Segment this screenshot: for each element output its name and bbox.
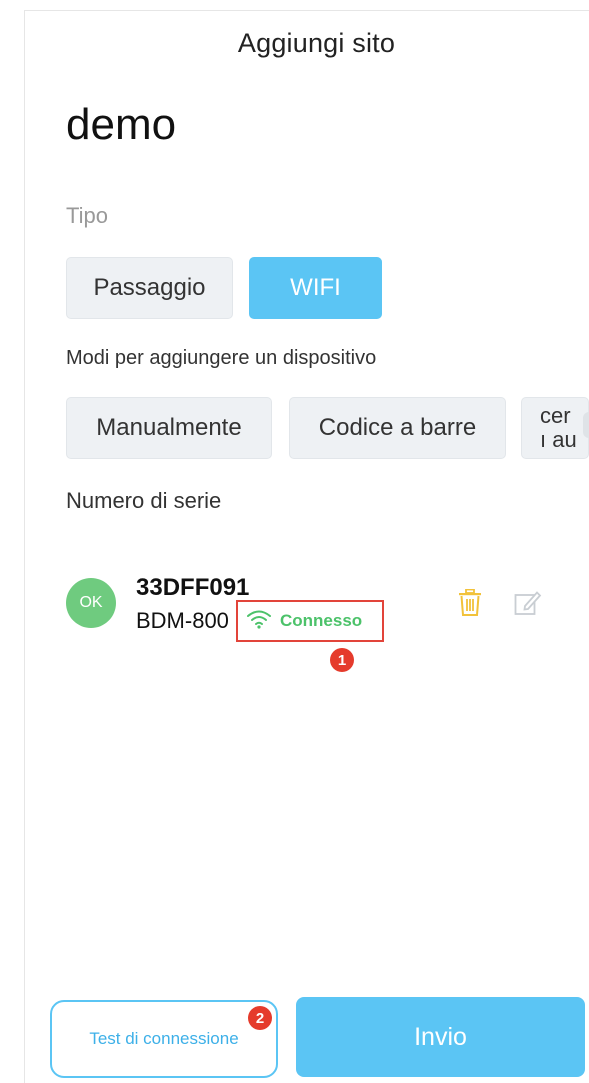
add-methods-label: Modi per aggiungere un dispositivo xyxy=(66,347,377,369)
annotation-marker-2: 2 xyxy=(248,1006,272,1030)
frame-border-top xyxy=(24,10,589,11)
type-option-wifi[interactable]: WIFI xyxy=(249,257,382,319)
site-name: demo xyxy=(66,100,177,149)
device-status-badge: OK xyxy=(66,578,116,628)
frame-border-left xyxy=(24,10,25,1083)
connection-status-highlight: Connesso xyxy=(236,600,384,642)
add-method-manual[interactable]: Manualmente xyxy=(66,397,272,459)
page-title: Aggiungi sito xyxy=(237,28,396,58)
add-method-partial[interactable]: cer ı au xyxy=(521,397,589,459)
serial-number-label: Numero di serie xyxy=(66,488,222,513)
wifi-icon xyxy=(246,609,272,634)
device-model: BDM-800 xyxy=(136,608,229,633)
test-connection-label: Test di connessione xyxy=(89,1029,239,1048)
edit-icon[interactable] xyxy=(514,590,542,621)
submit-label: Invio xyxy=(414,1022,467,1051)
device-serial: 33DFF091 xyxy=(136,574,250,601)
add-method-barcode[interactable]: Codice a barre xyxy=(289,397,506,459)
trash-icon[interactable] xyxy=(458,588,482,622)
horizontal-scroll-handle[interactable] xyxy=(583,412,589,438)
connection-status-text: Connesso xyxy=(280,611,363,630)
type-option-passaggio[interactable]: Passaggio xyxy=(66,257,233,319)
submit-button[interactable]: Invio xyxy=(296,997,585,1077)
app-screen: Aggiungi sito demo Tipo Passaggio WIFI M… xyxy=(0,0,589,1083)
annotation-marker-1: 1 xyxy=(330,648,354,672)
add-method-partial-line2: ı au xyxy=(540,427,577,452)
add-method-partial-line1: cer xyxy=(540,403,571,428)
test-connection-button[interactable]: Test di connessione xyxy=(50,1000,278,1078)
type-label: Tipo xyxy=(66,203,108,228)
